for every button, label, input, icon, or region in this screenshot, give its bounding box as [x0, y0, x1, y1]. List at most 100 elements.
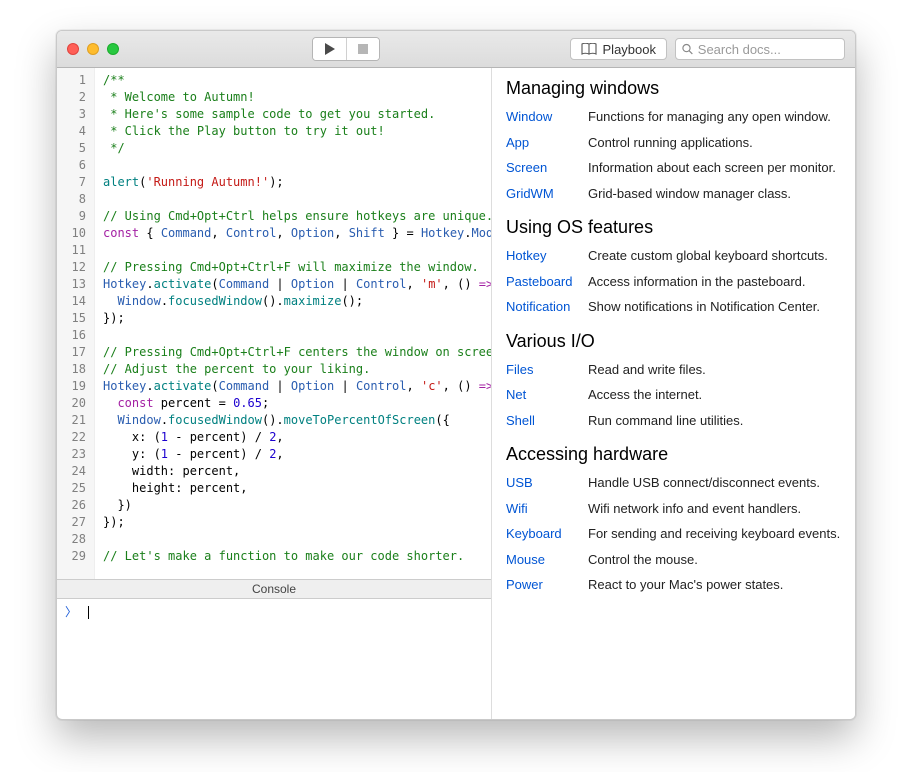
code-token: });: [103, 311, 125, 325]
docs-link[interactable]: Mouse: [506, 550, 576, 570]
code-line[interactable]: Hotkey.activate(Command | Option | Contr…: [103, 276, 483, 293]
app-window: Playbook 1234567891011121314151617181920…: [56, 30, 856, 720]
code-line[interactable]: [103, 157, 483, 174]
code-line[interactable]: }): [103, 497, 483, 514]
line-number: 15: [57, 310, 86, 327]
code-token: [103, 413, 117, 427]
docs-row: WindowFunctions for managing any open wi…: [506, 107, 841, 127]
code-line[interactable]: // Adjust the percent to your liking.: [103, 361, 483, 378]
code-token: } =: [385, 226, 421, 240]
code-line[interactable]: });: [103, 310, 483, 327]
playbook-button[interactable]: Playbook: [570, 38, 667, 60]
docs-section: Various I/OFilesRead and write files.Net…: [506, 331, 841, 431]
code-line[interactable]: */: [103, 140, 483, 157]
console[interactable]: 〉: [57, 599, 491, 719]
code-area[interactable]: /** * Welcome to Autumn! * Here's some s…: [95, 68, 491, 579]
play-button[interactable]: [313, 38, 346, 60]
docs-link[interactable]: Keyboard: [506, 524, 576, 544]
docs-link[interactable]: Net: [506, 385, 576, 405]
docs-link[interactable]: Hotkey: [506, 246, 576, 266]
docs-description: Information about each screen per monito…: [588, 158, 841, 178]
line-number: 19: [57, 378, 86, 395]
docs-row: WifiWifi network info and event handlers…: [506, 499, 841, 519]
docs-description: Show notifications in Notification Cente…: [588, 297, 841, 317]
code-line[interactable]: height: percent,: [103, 480, 483, 497]
code-line[interactable]: alert('Running Autumn!');: [103, 174, 483, 191]
search-box[interactable]: [675, 38, 845, 60]
docs-link[interactable]: GridWM: [506, 184, 576, 204]
line-number: 3: [57, 106, 86, 123]
book-icon: [581, 43, 597, 55]
code-line[interactable]: y: (1 - percent) / 2,: [103, 446, 483, 463]
code-token: focusedWindow: [168, 294, 262, 308]
docs-link[interactable]: Window: [506, 107, 576, 127]
docs-link[interactable]: Pasteboard: [506, 272, 576, 292]
code-token: * Click the Play button to try it out!: [103, 124, 385, 138]
docs-link[interactable]: Shell: [506, 411, 576, 431]
code-token: |: [334, 379, 356, 393]
code-line[interactable]: width: percent,: [103, 463, 483, 480]
zoom-window-button[interactable]: [107, 43, 119, 55]
docs-link[interactable]: Files: [506, 360, 576, 380]
code-editor[interactable]: 1234567891011121314151617181920212223242…: [57, 68, 491, 579]
code-line[interactable]: });: [103, 514, 483, 531]
code-token: /**: [103, 73, 125, 87]
code-token: [103, 396, 117, 410]
code-token: - percent) /: [168, 447, 269, 461]
search-input[interactable]: [698, 42, 838, 57]
code-token: * Welcome to Autumn!: [103, 90, 255, 104]
code-token: Control: [226, 226, 277, 240]
docs-link[interactable]: Wifi: [506, 499, 576, 519]
docs-description: Control running applications.: [588, 133, 841, 153]
code-line[interactable]: /**: [103, 72, 483, 89]
code-token: Option: [291, 277, 334, 291]
docs-link[interactable]: App: [506, 133, 576, 153]
minimize-window-button[interactable]: [87, 43, 99, 55]
code-token: Option: [291, 379, 334, 393]
docs-link[interactable]: USB: [506, 473, 576, 493]
code-line[interactable]: Window.focusedWindow().moveToPercentOfSc…: [103, 412, 483, 429]
stop-button[interactable]: [346, 38, 379, 60]
code-line[interactable]: * Click the Play button to try it out!: [103, 123, 483, 140]
code-line[interactable]: [103, 242, 483, 259]
code-token: |: [269, 277, 291, 291]
code-token: const: [117, 396, 153, 410]
code-token: // Adjust the percent to your liking.: [103, 362, 370, 376]
code-token: Command: [219, 277, 270, 291]
code-token: });: [103, 515, 125, 529]
code-line[interactable]: // Using Cmd+Opt+Ctrl helps ensure hotke…: [103, 208, 483, 225]
code-line[interactable]: // Pressing Cmd+Opt+Ctrl+F centers the w…: [103, 344, 483, 361]
line-number: 29: [57, 548, 86, 565]
code-line[interactable]: [103, 327, 483, 344]
code-line[interactable]: [103, 531, 483, 548]
code-token: , (): [443, 277, 479, 291]
docs-section: Accessing hardwareUSBHandle USB connect/…: [506, 444, 841, 595]
code-line[interactable]: * Here's some sample code to get you sta…: [103, 106, 483, 123]
code-token: // Let's make a function to make our cod…: [103, 549, 464, 563]
code-line[interactable]: Hotkey.activate(Command | Option | Contr…: [103, 378, 483, 395]
line-number: 1: [57, 72, 86, 89]
docs-description: Create custom global keyboard shortcuts.: [588, 246, 841, 266]
docs-panel[interactable]: Managing windowsWindowFunctions for mana…: [492, 68, 855, 719]
code-line[interactable]: // Pressing Cmd+Opt+Ctrl+F will maximize…: [103, 259, 483, 276]
close-window-button[interactable]: [67, 43, 79, 55]
docs-row: Pasteboard Access information in the past…: [506, 272, 841, 292]
docs-description: Access information in the pasteboard.: [588, 272, 841, 292]
docs-link[interactable]: Screen: [506, 158, 576, 178]
code-line[interactable]: [103, 191, 483, 208]
code-token: ();: [341, 294, 363, 308]
code-line[interactable]: const percent = 0.65;: [103, 395, 483, 412]
code-line[interactable]: * Welcome to Autumn!: [103, 89, 483, 106]
docs-section-title: Using OS features: [506, 217, 841, 238]
docs-link[interactable]: Power: [506, 575, 576, 595]
code-token: // Pressing Cmd+Opt+Ctrl+F centers the w…: [103, 345, 491, 359]
code-token: ;: [262, 396, 269, 410]
code-line[interactable]: Window.focusedWindow().maximize();: [103, 293, 483, 310]
code-line[interactable]: // Let's make a function to make our cod…: [103, 548, 483, 565]
line-number: 16: [57, 327, 86, 344]
docs-description: Control the mouse.: [588, 550, 841, 570]
docs-section-title: Accessing hardware: [506, 444, 841, 465]
docs-link[interactable]: Notification: [506, 297, 576, 317]
code-line[interactable]: x: (1 - percent) / 2,: [103, 429, 483, 446]
code-line[interactable]: const { Command, Control, Option, Shift …: [103, 225, 483, 242]
